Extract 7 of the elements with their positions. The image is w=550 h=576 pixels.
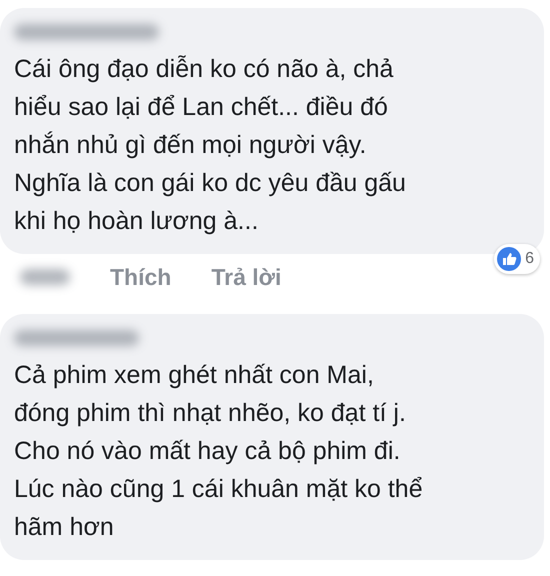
- reply-link[interactable]: Trả lời: [211, 264, 282, 290]
- reaction-badge[interactable]: 6: [494, 244, 540, 274]
- like-link[interactable]: Thích: [110, 264, 172, 290]
- blurred-time: [20, 269, 70, 285]
- comment-text: Cả phim xem ghét nhất con Mai, đóng phim thì nhạt nhẽo, ko đạt tí j. Cho nó vào mất hay cả bộ phim đi. Lúc nào cũng 1 cái khuân mặt ko thể hãm hơn: [14, 360, 424, 543]
- comment-text: Cái ông đạo diễn ko có não à, chả hiểu sao lại để Lan chết... điều đó nhắn nhủ gì đến mọi người vậy. Nghĩa là con gái ko dc yêu đầu gấu khi họ hoàn lương à...: [14, 54, 407, 237]
- thumbs-up-icon: [497, 247, 522, 271]
